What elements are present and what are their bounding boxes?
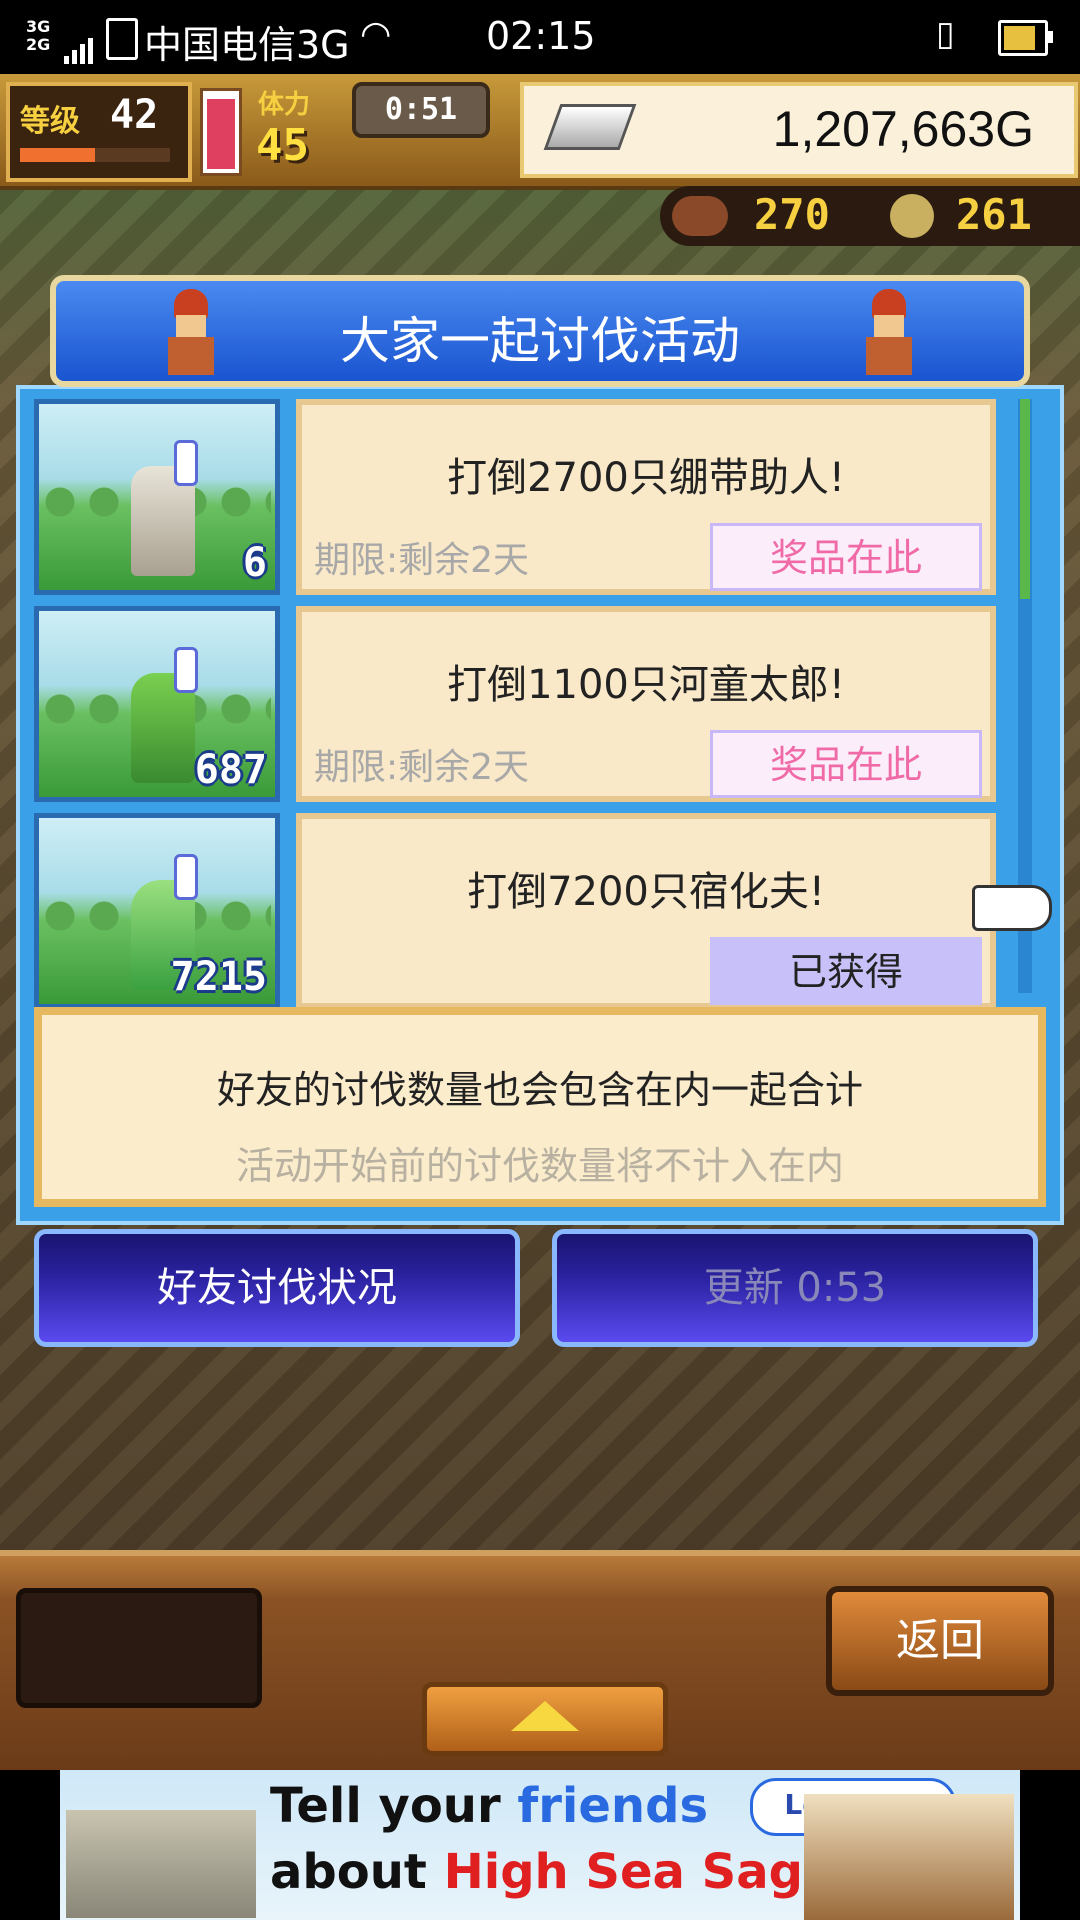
quest-monster-thumbnail: 687: [34, 606, 280, 802]
castle-illustration: [66, 1810, 256, 1918]
kill-count: 6: [242, 540, 267, 586]
exclamation-icon: [174, 647, 198, 693]
coin-icon: [890, 194, 934, 238]
quest-deadline: 期限:剩余2天: [314, 540, 530, 581]
expand-menu-button[interactable]: [422, 1682, 668, 1756]
quest-goal: 打倒7200只宿化夫!: [467, 869, 825, 915]
quest-card: 打倒1100只河童太郎! 期限:剩余2天 奖品在此: [296, 606, 996, 802]
quest-goal: 打倒1100只河童太郎!: [447, 662, 845, 708]
game-hud: 等级 42 体力 45 0:51 1,207,663G: [0, 74, 1080, 190]
dialog-title-bar: 大家一起讨伐活动: [50, 275, 1030, 387]
refresh-button[interactable]: 更新 0:53: [552, 1229, 1038, 1347]
status-bar: 3G 2G 中国电信3G ◠ 02:15 ▯: [0, 0, 1080, 74]
battery-charging-icon: [998, 20, 1053, 56]
level-label: 等级: [20, 104, 80, 139]
note-line-2: 活动开始前的讨伐数量将不计入在内: [235, 1144, 844, 1188]
resource-1-value: 270: [754, 190, 830, 239]
gold-amount: 1,207,663G: [772, 101, 1034, 157]
ship-illustration: [804, 1794, 1014, 1920]
quest-card: 打倒2700只绷带助人! 期限:剩余2天 奖品在此: [296, 399, 996, 595]
kill-count: 687: [194, 747, 267, 793]
stamina-bar: [200, 88, 242, 176]
meat-icon: [672, 196, 728, 236]
pointing-hand-icon: [972, 885, 1052, 931]
status-clock: 02:15: [486, 14, 596, 58]
dialog-body: 6 打倒2700只绷带助人! 期限:剩余2天 奖品在此 687 打倒1100只河…: [16, 385, 1064, 1225]
sim-icon: [106, 18, 138, 60]
wifi-icon: ◠: [360, 14, 392, 55]
resource-bar: 270 261: [660, 186, 1080, 246]
exclamation-icon: [174, 854, 198, 900]
ad-line-1: Tell your friends: [270, 1778, 709, 1834]
scrollbar-thumb[interactable]: [1020, 399, 1030, 599]
resource-2-value: 261: [956, 190, 1032, 239]
vibrate-icon: ▯: [936, 14, 955, 54]
network-type: 3G 2G: [26, 17, 51, 54]
quest-row: 6 打倒2700只绷带助人! 期限:剩余2天 奖品在此: [34, 399, 1026, 595]
quest-row: 687 打倒1100只河童太郎! 期限:剩余2天 奖品在此: [34, 606, 1026, 802]
knight-icon: [852, 289, 926, 377]
quest-card: 打倒7200只宿化夫! 已获得: [296, 813, 996, 1009]
back-button[interactable]: 返回: [826, 1586, 1054, 1696]
friends-status-button[interactable]: 好友讨伐状况: [34, 1229, 520, 1347]
empty-slot: [16, 1588, 262, 1708]
level-panel: 等级 42: [6, 82, 192, 182]
exclamation-icon: [174, 440, 198, 486]
prize-button[interactable]: 奖品在此: [710, 523, 982, 591]
prize-button[interactable]: 奖品在此: [710, 730, 982, 798]
quest-monster-thumbnail: 7215: [34, 813, 280, 1009]
quest-row: 7215 打倒7200只宿化夫! 已获得: [34, 813, 1026, 1009]
subjugation-event-dialog: 6 打倒2700只绷带助人! 期限:剩余2天 奖品在此 687 打倒1100只河…: [16, 275, 1064, 1225]
kill-count: 7215: [170, 954, 267, 1000]
quest-monster-thumbnail: 6: [34, 399, 280, 595]
stamina-value: 45: [256, 120, 309, 171]
event-note-box: 好友的讨伐数量也会包含在内一起合计 活动开始前的讨伐数量将不计入在内: [34, 1007, 1046, 1207]
obtained-button[interactable]: 已获得: [710, 937, 982, 1005]
stamina-label: 体力: [258, 90, 311, 120]
ad-line-2: about High Sea Saga!: [270, 1844, 858, 1900]
bottom-menu-bar: 返回: [0, 1550, 1080, 1776]
carrier-name: 中国电信3G: [144, 23, 350, 67]
quest-deadline: 期限:剩余2天: [314, 747, 530, 788]
up-arrow-icon: [511, 1701, 579, 1731]
gold-panel: 1,207,663G: [520, 82, 1078, 178]
stamina-timer: 0:51: [352, 82, 490, 138]
note-line-1: 好友的讨伐数量也会包含在内一起合计: [216, 1068, 863, 1112]
silver-ingot-icon: [543, 104, 637, 150]
ad-banner[interactable]: Tell your friends about High Sea Saga! L…: [0, 1770, 1080, 1920]
quest-goal: 打倒2700只绷带助人!: [447, 455, 845, 501]
signal-icon: [64, 20, 96, 64]
level-value: 42: [110, 92, 159, 138]
level-progress-bar: [20, 148, 170, 162]
ad-content[interactable]: Tell your friends about High Sea Saga! L…: [60, 1770, 1020, 1920]
